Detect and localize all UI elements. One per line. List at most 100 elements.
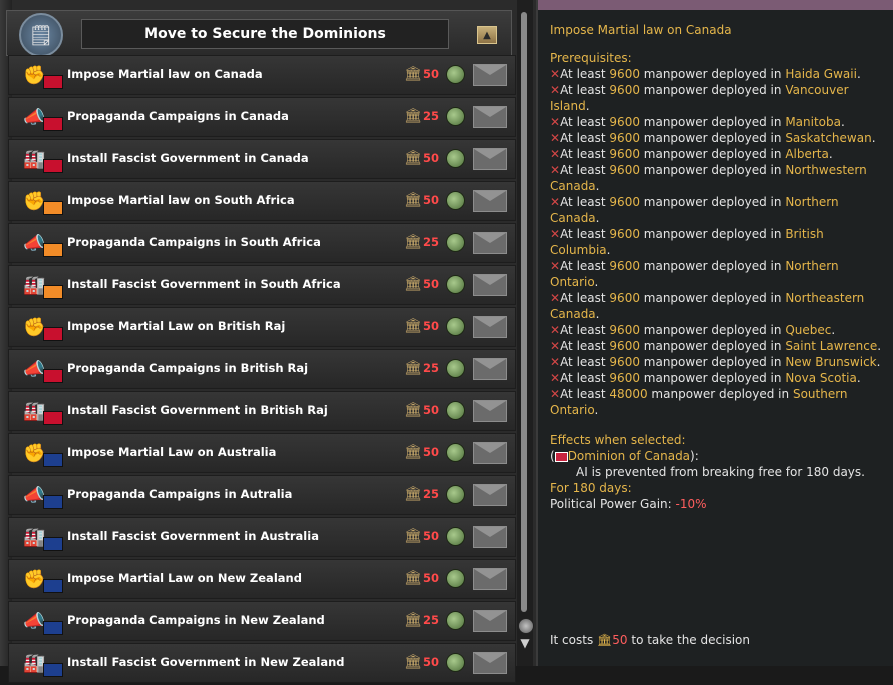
decision-row[interactable]: 📣 Propaganda Campaigns in New Zealand 🏛 25 — [8, 601, 516, 641]
envelope-icon[interactable] — [473, 400, 507, 422]
envelope-icon[interactable] — [473, 190, 507, 212]
decision-cost: 50 — [423, 67, 440, 81]
category-header: 🗒 Move to Secure the Dominions ▲ — [6, 10, 512, 57]
envelope-icon[interactable] — [473, 274, 507, 296]
decision-cost: 50 — [423, 655, 440, 669]
political-power-line: Political Power Gain: -10% — [550, 497, 707, 511]
unmet-x-icon: ✕ — [550, 83, 561, 97]
scroll-thumb[interactable] — [521, 12, 527, 612]
decision-title: Impose Martial Law on British Raj — [67, 319, 286, 333]
flag-icon — [43, 537, 63, 551]
effect-target-line: (Dominion of Canada): — [550, 449, 699, 463]
megaphone-icon: 📣 — [23, 353, 65, 385]
decision-cost: 25 — [423, 109, 440, 123]
decision-row[interactable]: 🏭 Install Fascist Government in Canada 🏛 50 — [8, 139, 516, 179]
decision-row[interactable]: 🏭 Install Fascist Government in New Zeala… — [8, 643, 516, 683]
flag-icon — [43, 117, 63, 131]
decision-title: Propaganda Campaigns in British Raj — [67, 361, 309, 375]
status-indicator-icon — [446, 149, 465, 168]
prerequisite-item: ✕At least 9600 manpower deployed in Sain… — [550, 339, 882, 353]
collapse-button[interactable]: ▲ — [477, 26, 497, 44]
prerequisite-item: ✕At least 9600 manpower deployed in New … — [550, 355, 881, 369]
decision-title: Install Fascist Government in British Ra… — [67, 403, 328, 417]
envelope-icon[interactable] — [473, 148, 507, 170]
decision-row[interactable]: 🏭 Install Fascist Government in British R… — [8, 391, 516, 431]
envelope-icon[interactable] — [473, 652, 507, 674]
scrollbar[interactable]: ▼ — [517, 0, 534, 666]
political-power-icon: 🏛 — [404, 234, 422, 250]
prerequisite-item: ✕At least 9600 manpower deployed in Nort… — [550, 163, 867, 193]
category-title: Move to Secure the Dominions — [81, 19, 449, 49]
political-power-icon: 🏛 — [404, 612, 422, 628]
decision-cost: 50 — [423, 403, 440, 417]
flag-icon — [43, 621, 63, 635]
megaphone-icon: 📣 — [23, 605, 65, 637]
decision-row[interactable]: ✊ Impose Martial law on Canada 🏛 50 — [8, 55, 516, 95]
decision-title: Propaganda Campaigns in Canada — [67, 109, 289, 123]
prerequisite-item: ✕At least 9600 manpower deployed in Nova… — [550, 371, 861, 385]
prerequisite-item: ✕At least 9600 manpower deployed in Nort… — [550, 259, 839, 289]
factory-icon: 🏭 — [23, 269, 65, 301]
envelope-icon[interactable] — [473, 442, 507, 464]
factory-icon: 🏭 — [23, 395, 65, 427]
status-indicator-icon — [446, 611, 465, 630]
flag-icon — [43, 663, 63, 677]
prerequisite-item: ✕At least 9600 manpower deployed in Brit… — [550, 227, 824, 257]
envelope-icon[interactable] — [473, 358, 507, 380]
prerequisites-heading: Prerequisites: — [550, 51, 632, 65]
decision-row[interactable]: 🏭 Install Fascist Government in South Afr… — [8, 265, 516, 305]
decision-row[interactable]: 📣 Propaganda Campaigns in Autralia 🏛 25 — [8, 475, 516, 515]
political-power-value: -10% — [675, 497, 707, 511]
effects-heading: Effects when selected: — [550, 433, 686, 447]
envelope-icon[interactable] — [473, 526, 507, 548]
decision-title: Install Fascist Government in New Zealan… — [67, 655, 345, 669]
decision-row[interactable]: ✊ Impose Martial Law on British Raj 🏛 50 — [8, 307, 516, 347]
flag-icon — [43, 201, 63, 215]
flag-icon — [43, 75, 63, 89]
political-power-icon: 🏛 — [404, 570, 422, 586]
flag-icon — [43, 453, 63, 467]
envelope-icon[interactable] — [473, 316, 507, 338]
envelope-icon[interactable] — [473, 232, 507, 254]
envelope-icon[interactable] — [473, 64, 507, 86]
prerequisite-item: ✕At least 9600 manpower deployed in Nort… — [550, 291, 865, 321]
unmet-x-icon: ✕ — [550, 163, 561, 177]
envelope-icon[interactable] — [473, 610, 507, 632]
decision-row[interactable]: ✊ Impose Martial Law on Australia 🏛 50 — [8, 433, 516, 473]
envelope-icon[interactable] — [473, 568, 507, 590]
unmet-x-icon: ✕ — [550, 147, 561, 161]
decision-row[interactable]: ✊ Impose Martial law on South Africa 🏛 50 — [8, 181, 516, 221]
decision-cost: 25 — [423, 361, 440, 375]
decision-cost: 25 — [423, 235, 440, 249]
prerequisite-item: ✕At least 9600 manpower deployed in Mani… — [550, 115, 845, 129]
unmet-x-icon: ✕ — [550, 371, 561, 385]
decision-row[interactable]: 📣 Propaganda Campaigns in Canada 🏛 25 — [8, 97, 516, 137]
status-indicator-icon — [446, 275, 465, 294]
political-power-icon: 🏛 — [404, 444, 422, 460]
unmet-x-icon: ✕ — [550, 387, 561, 401]
decision-title: Install Fascist Government in Australia — [67, 529, 319, 543]
political-power-icon: 🏛 — [404, 528, 422, 544]
decision-title: Impose Martial law on South Africa — [67, 193, 295, 207]
flag-icon — [43, 579, 63, 593]
status-indicator-icon — [446, 443, 465, 462]
decisions-panel: 🗒 Move to Secure the Dominions ▲ ✊ Impose… — [0, 0, 536, 683]
scroll-down-icon[interactable]: ▼ — [517, 636, 533, 650]
political-power-icon: 🏛 — [404, 192, 422, 208]
status-indicator-icon — [446, 569, 465, 588]
decision-title: Propaganda Campaigns in South Africa — [67, 235, 321, 249]
envelope-icon[interactable] — [473, 106, 507, 128]
status-indicator-icon — [446, 653, 465, 672]
decision-row[interactable]: 🏭 Install Fascist Government in Australia… — [8, 517, 516, 557]
unmet-x-icon: ✕ — [550, 323, 561, 337]
envelope-icon[interactable] — [473, 484, 507, 506]
decision-row[interactable]: 📣 Propaganda Campaigns in British Raj 🏛 25 — [8, 349, 516, 389]
megaphone-icon: 📣 — [23, 227, 65, 259]
political-power-icon: 🏛 — [404, 402, 422, 418]
megaphone-icon: 📣 — [23, 479, 65, 511]
prerequisite-item: ✕At least 48000 manpower deployed in Sou… — [550, 387, 848, 417]
decision-row[interactable]: 📣 Propaganda Campaigns in South Africa 🏛 25 — [8, 223, 516, 263]
document-icon: 🗒 — [19, 13, 63, 57]
scroll-knob-icon[interactable] — [518, 618, 534, 634]
decision-row[interactable]: ✊ Impose Martial Law on New Zealand 🏛 50 — [8, 559, 516, 599]
